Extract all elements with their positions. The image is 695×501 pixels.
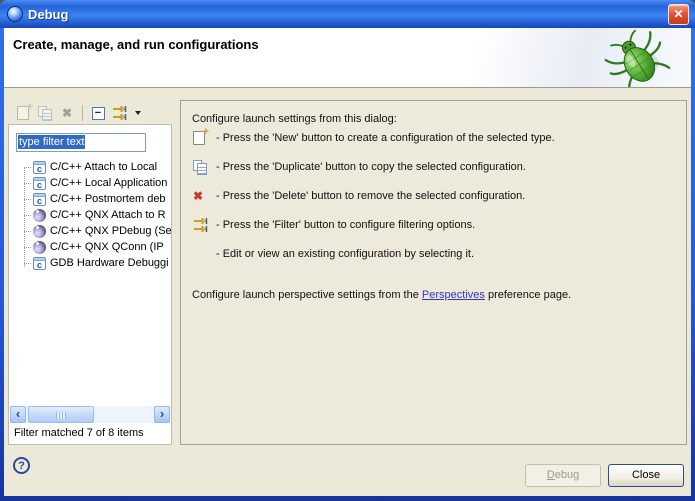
configuration-type-tree: c C/C++ Attach to Local c C/C++ Local Ap… bbox=[9, 159, 171, 279]
page-title: Create, manage, and run configurations bbox=[13, 37, 259, 52]
debug-dialog-window: Debug ✕ Create, manage, and run configur… bbox=[0, 0, 695, 501]
tree-item-qnx-qconn[interactable]: C/C++ QNX QConn (IP bbox=[24, 239, 171, 255]
perspectives-link[interactable]: Perspectives bbox=[422, 289, 485, 301]
help-icon: ? bbox=[18, 459, 25, 472]
c-application-icon: c bbox=[33, 192, 46, 206]
duplicate-configuration-button[interactable] bbox=[34, 103, 56, 123]
qnx-icon bbox=[33, 208, 46, 222]
filter-input-selected-text: type filter text bbox=[18, 135, 86, 149]
help-button[interactable]: ? bbox=[13, 457, 30, 474]
new-configuration-button[interactable]: + bbox=[12, 101, 34, 123]
window-title: Debug bbox=[28, 6, 69, 22]
c-application-icon: c bbox=[33, 176, 46, 190]
tree-item-qnx-attach[interactable]: C/C++ QNX Attach to R bbox=[24, 207, 171, 223]
window-icon bbox=[8, 7, 22, 21]
qnx-icon bbox=[33, 224, 46, 238]
tree-item-cc-local-application[interactable]: c C/C++ Local Application bbox=[24, 175, 171, 191]
new-icon: + bbox=[193, 126, 209, 145]
filter-input[interactable]: type filter text bbox=[16, 133, 146, 152]
c-application-icon: c bbox=[33, 256, 46, 270]
qnx-icon bbox=[33, 240, 46, 254]
filter-icon bbox=[194, 217, 208, 233]
tree-item-gdb-hardware[interactable]: c GDB Hardware Debuggi bbox=[24, 255, 171, 271]
instruction-edit: - Edit or view an existing configuration… bbox=[216, 248, 475, 260]
filter-match-status: Filter matched 7 of 8 items bbox=[14, 427, 144, 439]
delete-configuration-button[interactable]: ✖ bbox=[56, 103, 78, 123]
filtered-tree-panel: type filter text c C/C++ Attach to Local… bbox=[8, 124, 172, 445]
tree-item-cc-attach-local[interactable]: c C/C++ Attach to Local bbox=[24, 159, 171, 175]
new-icon: + bbox=[17, 101, 33, 120]
dialog-client-area: Create, manage, and run configurations +… bbox=[4, 28, 691, 496]
collapse-all-icon: − bbox=[91, 106, 105, 120]
filter-button[interactable] bbox=[109, 103, 131, 123]
debug-button[interactable]: Debug bbox=[525, 464, 601, 487]
title-bar[interactable]: Debug ✕ bbox=[0, 0, 695, 28]
delete-icon: ✖ bbox=[61, 106, 73, 120]
instructions-intro: Configure launch settings from this dial… bbox=[192, 113, 397, 125]
duplicate-icon bbox=[193, 159, 208, 175]
duplicate-icon bbox=[37, 105, 53, 121]
instructions-panel: Configure launch settings from this dial… bbox=[180, 100, 687, 445]
instruction-filter: - Press the 'Filter' button to configure… bbox=[193, 216, 475, 234]
perspective-settings-line: Configure launch perspective settings fr… bbox=[192, 289, 572, 301]
instruction-duplicate: - Press the 'Duplicate' button to copy t… bbox=[193, 158, 526, 176]
instruction-new: + - Press the 'New' button to create a c… bbox=[193, 126, 555, 147]
tree-item-qnx-pdebug[interactable]: C/C++ QNX PDebug (Se bbox=[24, 223, 171, 239]
debug-bug-graphic bbox=[599, 29, 675, 94]
c-application-icon: c bbox=[33, 160, 46, 174]
instruction-delete: ✖ - Press the 'Delete' button to remove … bbox=[193, 189, 526, 203]
horizontal-scrollbar[interactable]: ‹ › bbox=[10, 406, 170, 423]
scroll-left-button[interactable]: ‹ bbox=[10, 406, 26, 423]
left-toolbar: + ✖ − bbox=[12, 101, 141, 124]
close-window-button[interactable]: ✕ bbox=[668, 3, 689, 25]
tree-item-cc-postmortem[interactable]: c C/C++ Postmortem deb bbox=[24, 191, 171, 207]
tree-guide-line bbox=[24, 167, 25, 267]
delete-icon: ✖ bbox=[193, 189, 204, 203]
scroll-right-button[interactable]: › bbox=[154, 406, 170, 423]
header-banner: Create, manage, and run configurations bbox=[4, 28, 691, 94]
filter-icon bbox=[113, 105, 127, 121]
close-button[interactable]: Close bbox=[608, 464, 684, 487]
scrollbar-thumb[interactable] bbox=[28, 406, 94, 423]
toolbar-separator bbox=[82, 105, 83, 121]
toolbar-menu-dropdown-icon[interactable] bbox=[135, 111, 141, 115]
collapse-all-button[interactable]: − bbox=[87, 103, 109, 123]
